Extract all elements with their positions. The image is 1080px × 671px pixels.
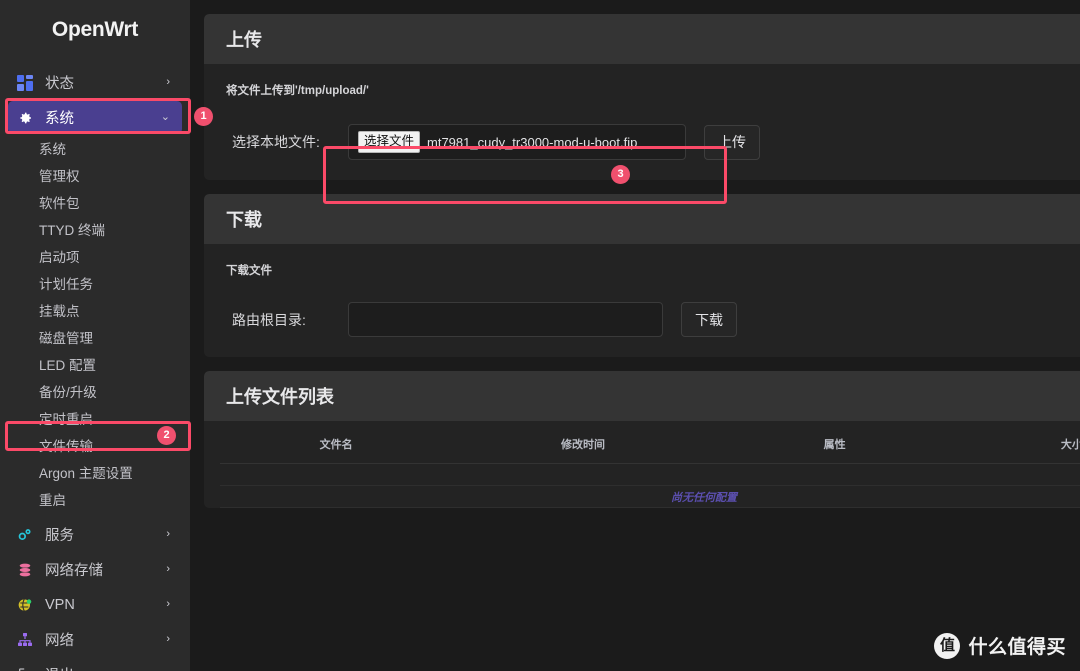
- upload-card-body: 将文件上传到'/tmp/upload/' 选择本地文件: 选择文件 mt7981…: [204, 64, 1080, 180]
- filelist-card-title: 上传文件列表: [226, 387, 334, 407]
- sidebar-item-argon-theme[interactable]: Argon 主题设置: [0, 460, 190, 487]
- chevron-right-icon: ›: [166, 76, 170, 88]
- filelist-card: 上传文件列表 文件名 修改时间 属性 大小 尚无任何配置: [204, 371, 1080, 508]
- gear-icon: [16, 109, 34, 127]
- table-head: 文件名 修改时间 属性 大小: [220, 425, 1080, 464]
- sidebar-item-status-label: 状态: [45, 76, 74, 92]
- dashboard-grid-icon: [16, 74, 34, 92]
- upload-field-label: 选择本地文件:: [232, 134, 320, 150]
- browse-file-button[interactable]: 选择文件: [358, 131, 421, 153]
- annotation-marker-2: 2: [157, 426, 176, 445]
- download-note: 下载文件: [226, 265, 272, 277]
- upload-submit-button[interactable]: 上传: [704, 124, 760, 160]
- smzdm-logo-icon: 值: [934, 632, 961, 659]
- sidebar-item-led-config[interactable]: LED 配置: [0, 352, 190, 379]
- chevron-right-icon: ›: [166, 598, 170, 610]
- sidebar-item-reboot[interactable]: 重启: [0, 487, 190, 514]
- globe-shield-icon: [16, 596, 34, 614]
- download-card-title: 下载: [226, 210, 262, 230]
- file-input[interactable]: 选择文件 mt7981_cudy_tr3000-mod-u-boot.fip: [348, 124, 686, 160]
- sidebar-item-network-label: 网络: [45, 633, 74, 649]
- download-card-body: 下载文件 路由根目录: 下载: [204, 244, 1080, 357]
- gears-service-icon: [16, 526, 34, 544]
- column-header-modified-time[interactable]: 修改时间: [452, 425, 714, 464]
- sidebar-item-system-label: 系统: [45, 111, 74, 127]
- sidebar-item-services[interactable]: 服务 ›: [8, 518, 182, 551]
- chevron-right-icon: ›: [166, 633, 170, 645]
- sidebar-item-vpn-label: VPN: [45, 596, 75, 613]
- download-form-row: 路由根目录: 下载: [226, 302, 1080, 337]
- sidebar-item-vpn[interactable]: VPN ›: [8, 588, 182, 621]
- openwrt-luci-page: OpenWrt 状态 › 系统 ⌄ 系统 管理权 软件包 TTYD 终端 启动项…: [0, 0, 1080, 671]
- upload-note: 将文件上传到'/tmp/upload/': [226, 85, 369, 97]
- empty-state-message: 尚无任何配置: [671, 491, 737, 504]
- download-path-input[interactable]: [348, 302, 663, 337]
- sidebar-item-startup[interactable]: 启动项: [0, 244, 190, 271]
- chevron-down-icon: ⌄: [160, 111, 170, 123]
- sidebar-item-system[interactable]: 系统 ⌄: [8, 101, 182, 134]
- sidebar-item-ttyd-terminal[interactable]: TTYD 终端: [0, 217, 190, 244]
- sidebar-item-mount-points[interactable]: 挂载点: [0, 298, 190, 325]
- download-card-header: 下载: [204, 194, 1080, 244]
- table-empty-row: 尚无任何配置: [220, 485, 1080, 508]
- table-row: [220, 463, 1080, 486]
- table-body: 尚无任何配置: [220, 463, 1080, 508]
- sidebar: OpenWrt 状态 › 系统 ⌄ 系统 管理权 软件包 TTYD 终端 启动项…: [0, 0, 190, 671]
- sidebar-item-disk-management[interactable]: 磁盘管理: [0, 325, 190, 352]
- logout-icon: [16, 666, 34, 671]
- download-submit-button[interactable]: 下载: [681, 302, 737, 337]
- annotation-marker-3: 3: [611, 165, 630, 184]
- sidebar-subnav-system: 系统 管理权 软件包 TTYD 终端 启动项 计划任务 挂载点 磁盘管理 LED…: [0, 136, 190, 514]
- upload-form-row: 选择本地文件: 选择文件 mt7981_cudy_tr3000-mod-u-bo…: [226, 124, 1080, 160]
- filelist-card-body: 文件名 修改时间 属性 大小 尚无任何配置: [204, 421, 1080, 508]
- sidebar-item-system-system[interactable]: 系统: [0, 136, 190, 163]
- sidebar-item-software[interactable]: 软件包: [0, 190, 190, 217]
- annotation-marker-1: 1: [194, 107, 213, 126]
- upload-card-title: 上传: [226, 30, 262, 50]
- upload-card: 上传 将文件上传到'/tmp/upload/' 选择本地文件: 选择文件 mt7…: [204, 14, 1080, 180]
- sidebar-item-administration[interactable]: 管理权: [0, 163, 190, 190]
- network-tree-icon: [16, 631, 34, 649]
- chevron-right-icon: ›: [166, 528, 170, 540]
- filelist-card-header: 上传文件列表: [204, 371, 1080, 421]
- sidebar-item-network-storage[interactable]: 网络存储 ›: [8, 553, 182, 586]
- sidebar-item-network[interactable]: 网络 ›: [8, 623, 182, 656]
- download-card: 下载 下载文件 路由根目录: 下载: [204, 194, 1080, 357]
- download-field-label: 路由根目录:: [232, 311, 306, 328]
- selected-file-name: mt7981_cudy_tr3000-mod-u-boot.fip: [427, 134, 638, 150]
- chevron-right-icon: ›: [166, 563, 170, 575]
- brand-logo: OpenWrt: [0, 0, 190, 52]
- sidebar-item-logout[interactable]: 退出: [8, 658, 182, 671]
- main-content: 上传 将文件上传到'/tmp/upload/' 选择本地文件: 选择文件 mt7…: [190, 0, 1080, 671]
- watermark: 值 什么值得买: [934, 632, 1066, 659]
- sidebar-item-scheduled-tasks[interactable]: 计划任务: [0, 271, 190, 298]
- column-header-size[interactable]: 大小: [955, 425, 1080, 464]
- uploaded-files-table: 文件名 修改时间 属性 大小 尚无任何配置: [220, 425, 1080, 508]
- column-header-attributes[interactable]: 属性: [713, 425, 956, 464]
- watermark-text: 什么值得买: [968, 637, 1066, 658]
- column-header-filename[interactable]: 文件名: [220, 425, 453, 464]
- database-icon: [16, 561, 34, 579]
- sidebar-item-network-storage-label: 网络存储: [45, 563, 103, 579]
- sidebar-item-services-label: 服务: [45, 528, 74, 544]
- sidebar-item-backup-upgrade[interactable]: 备份/升级: [0, 379, 190, 406]
- table-header-row: 文件名 修改时间 属性 大小: [220, 425, 1080, 464]
- sidebar-item-status[interactable]: 状态 ›: [8, 66, 182, 99]
- brand-name: OpenWrt: [51, 18, 139, 41]
- sidebar-nav: 状态 › 系统 ⌄ 系统 管理权 软件包 TTYD 终端 启动项 计划任务 挂载…: [0, 52, 190, 671]
- upload-card-header: 上传: [204, 14, 1080, 64]
- sidebar-item-logout-label: 退出: [45, 664, 170, 671]
